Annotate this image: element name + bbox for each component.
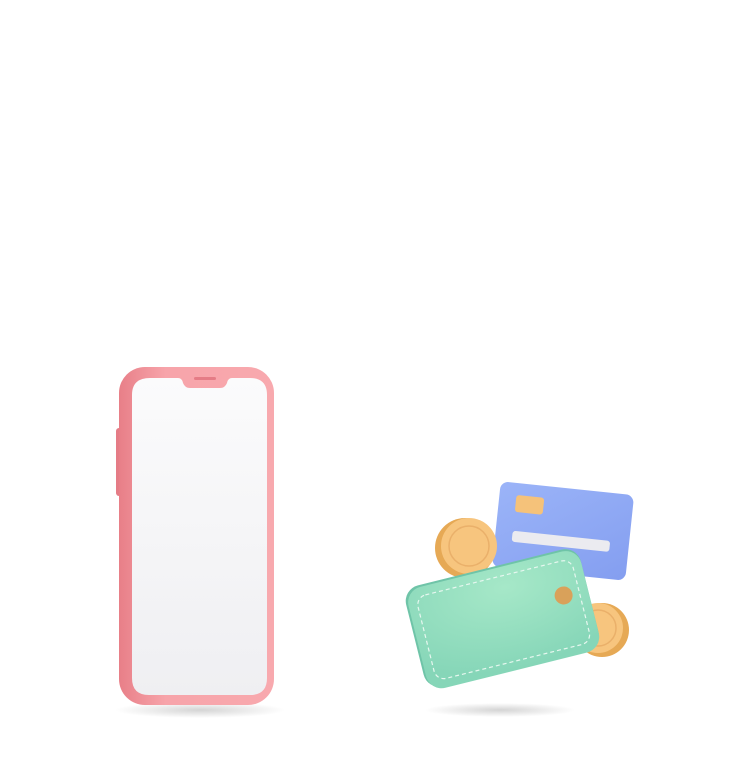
wallet-card-coins [405, 482, 634, 717]
wallet-icon [405, 549, 600, 689]
illustration [115, 367, 634, 718]
wallet-shadow [425, 703, 575, 717]
smartphone-icon [115, 367, 285, 718]
phone-speaker [194, 377, 216, 380]
phone-screen [132, 378, 267, 695]
